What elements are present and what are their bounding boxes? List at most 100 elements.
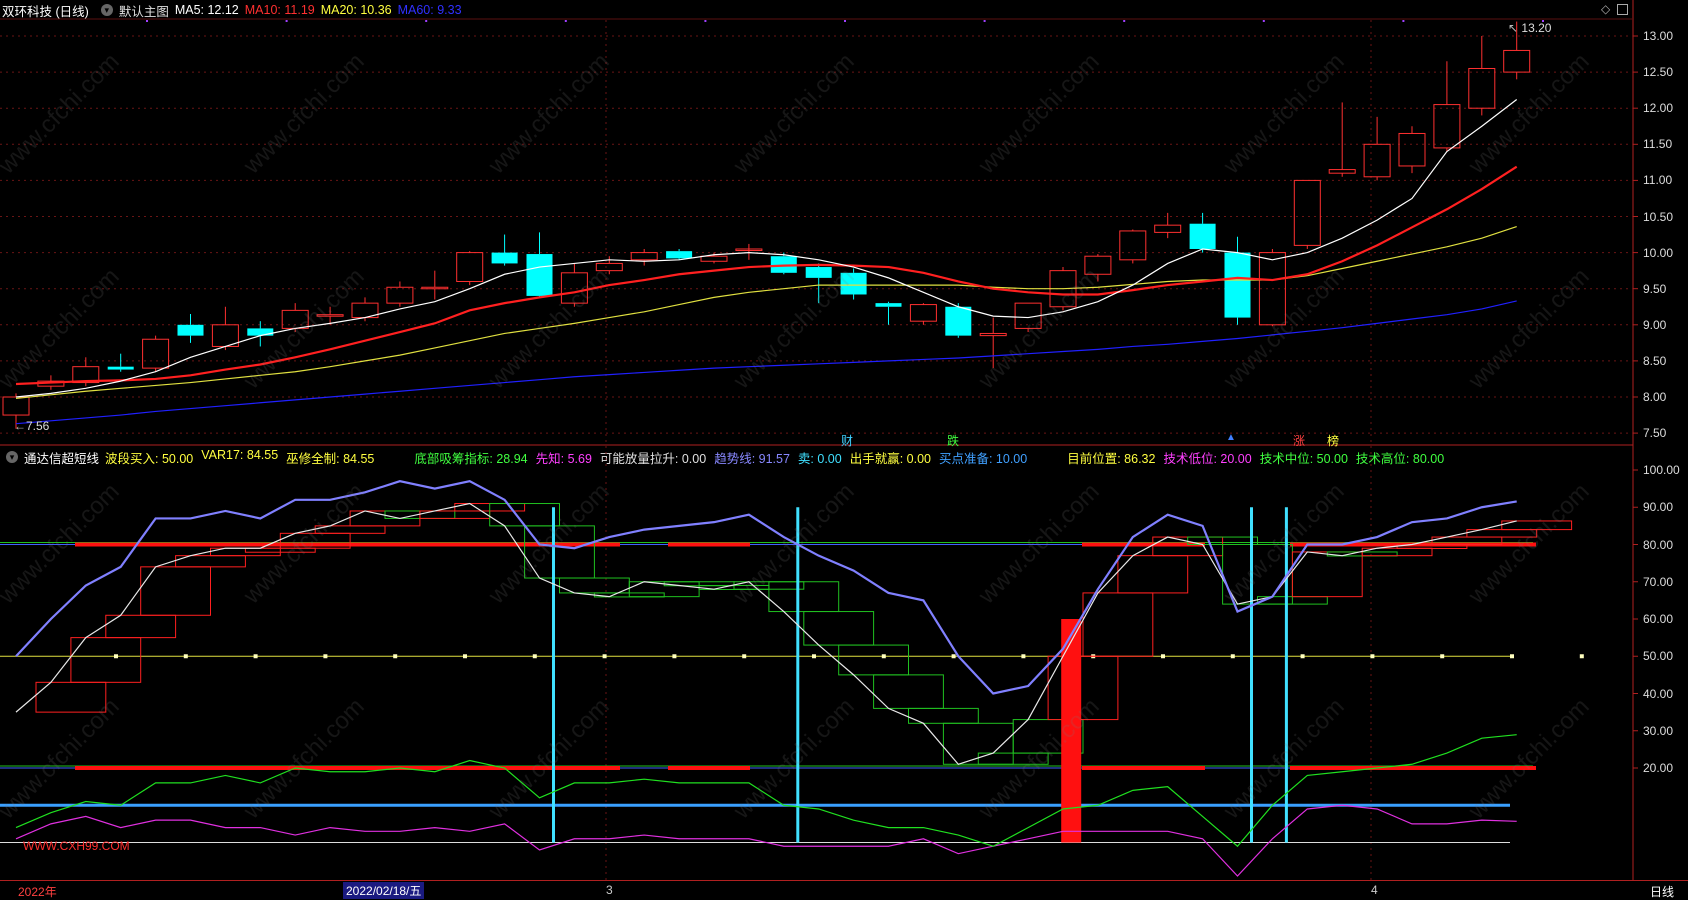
mid-level-dot	[1579, 654, 1584, 659]
trend-line	[15, 480, 1517, 695]
candle	[1468, 36, 1496, 116]
candle	[735, 243, 763, 260]
candle-body	[875, 303, 902, 307]
candle-body	[1293, 179, 1321, 246]
ma10-line	[15, 165, 1518, 386]
top-marker-dot	[285, 20, 288, 22]
candle	[1084, 254, 1112, 282]
price-axis-label: 8.00	[1643, 390, 1667, 404]
candle	[1293, 179, 1321, 249]
candle	[456, 251, 484, 286]
candle-body	[386, 286, 414, 304]
candle-body	[945, 306, 972, 336]
candle-body	[1328, 169, 1356, 174]
candle	[386, 281, 414, 307]
indicator-axis-label: 20.00	[1643, 761, 1674, 775]
mid-level-dot	[1161, 654, 1165, 659]
candle	[1363, 116, 1391, 181]
top-marker-dot	[983, 20, 986, 22]
candle	[421, 270, 449, 300]
candle	[142, 335, 170, 372]
price-axis-label: 13.00	[1643, 29, 1674, 43]
price-axis-label: 9.00	[1643, 317, 1667, 332]
mid-level-dot	[602, 654, 607, 659]
candle-body	[247, 328, 274, 336]
candle	[840, 268, 867, 300]
mid-level-dot	[114, 654, 118, 659]
price-axis: 13.00 12.50 12.00 11.50 11.00 10.50 10.00 9.50 9…	[1633, 0, 1688, 445]
top-marker-dot	[1402, 20, 1405, 22]
candle-body	[666, 251, 693, 259]
top-marker-dot	[146, 20, 148, 22]
candle-body	[840, 272, 867, 295]
indicator-axis-label: 90.00	[1643, 500, 1674, 515]
stock-chart[interactable]	[0, 0, 1688, 898]
mid-level-dot	[183, 654, 188, 659]
candle	[945, 303, 972, 338]
price-axis-label: 11.50	[1643, 137, 1673, 152]
candle	[1398, 126, 1426, 174]
up-arrow-icon: ▲	[1226, 432, 1236, 443]
candle-body	[805, 267, 832, 278]
candle	[1119, 229, 1147, 264]
candle-body	[177, 324, 204, 336]
candle-body	[700, 255, 728, 262]
price-axis-label: 10.00	[1643, 245, 1674, 260]
mid-level-dot	[463, 654, 467, 659]
indicator-axis-label: 30.00	[1643, 723, 1674, 738]
indicator-axis-label: 60.00	[1643, 612, 1674, 626]
marker-die[interactable]: 跌	[947, 432, 959, 449]
candle-body	[1154, 224, 1182, 233]
candle-body	[526, 254, 553, 296]
candle-body	[1468, 67, 1496, 109]
mid-level-dot	[1300, 654, 1305, 659]
mid-level-dot	[881, 654, 886, 659]
candle	[1328, 102, 1356, 177]
candle-body	[456, 252, 484, 282]
candle	[560, 263, 588, 307]
candle	[491, 234, 518, 266]
price-axis-label: 11.00	[1643, 173, 1673, 188]
bottom-absorb-line	[15, 734, 1517, 848]
candle	[1433, 61, 1461, 152]
step-box	[524, 525, 595, 579]
top-marker-dot	[704, 20, 707, 22]
price-axis-label: 8.50	[1643, 353, 1667, 368]
marker-bang[interactable]: 榜	[1327, 432, 1339, 449]
mid-level-dot	[253, 654, 258, 659]
x-axis: 2022年 2022/02/18/五 3 4 日线	[0, 880, 1688, 899]
price-axis-label: 12.50	[1643, 65, 1674, 80]
mid-level-dot	[951, 654, 956, 659]
candle-body	[107, 366, 134, 370]
website-text: WWW.CXH99.COM	[23, 839, 130, 853]
candle-body	[1363, 143, 1391, 178]
x-label-march: 3	[606, 883, 613, 897]
candle	[1224, 236, 1251, 325]
candle-body	[142, 338, 170, 369]
cursor-date: 2022/02/18/五	[343, 882, 425, 899]
candle-body	[421, 286, 449, 290]
candle	[107, 353, 134, 372]
price-axis-label: 12.00	[1643, 101, 1674, 116]
indicator-axis-label: 50.00	[1643, 649, 1674, 664]
candle-body	[1084, 255, 1112, 275]
candle	[595, 256, 623, 275]
marker-cai[interactable]: 财	[841, 432, 853, 449]
top-marker-dot	[1123, 20, 1126, 22]
candle-body	[630, 252, 658, 261]
candle	[177, 313, 204, 343]
mid-level-dot	[812, 654, 816, 659]
indicator-axis: 100.00 90.00 80.00 70.00 60.00 50.00 40.00 30.0…	[1633, 445, 1688, 880]
ma60-line	[15, 300, 1517, 425]
top-marker-dot	[844, 20, 846, 22]
top-marker-dot	[564, 20, 567, 22]
period-label[interactable]: 日线	[1650, 883, 1674, 900]
step-box	[1047, 655, 1119, 721]
mid-level-dot	[323, 654, 328, 659]
price-axis-label: 7.50	[1643, 426, 1667, 441]
candle	[526, 232, 553, 298]
candle-body	[281, 309, 309, 329]
mid-level-dot	[1021, 654, 1026, 659]
marker-zhang[interactable]: 涨	[1293, 432, 1305, 449]
indicator-axis-label: 100.00	[1643, 463, 1680, 477]
